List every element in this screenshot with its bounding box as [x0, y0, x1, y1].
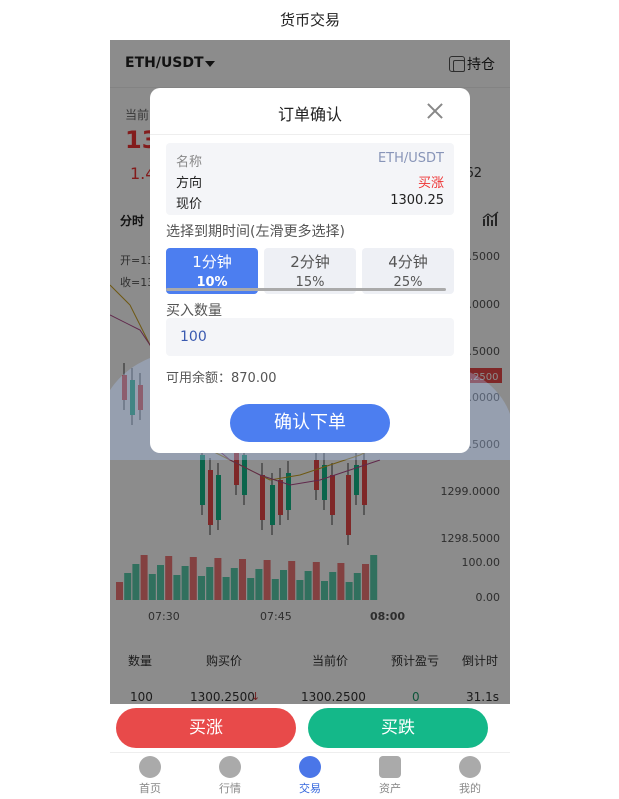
info-key: 方向 [176, 176, 203, 191]
exchange-icon [299, 756, 321, 778]
buy-up-button[interactable]: 买涨 [116, 708, 296, 748]
trend-icon [219, 756, 241, 778]
trade-buttons: 买涨 买跌 [110, 704, 510, 752]
option-time: 4分钟 [388, 253, 428, 271]
buy-down-button[interactable]: 买跌 [308, 708, 488, 748]
tab-home[interactable]: 首页 [110, 753, 190, 799]
bottom-tabbar: 首页 行情 交易 资产 我的 [110, 752, 510, 799]
tab-market[interactable]: 行情 [190, 753, 270, 799]
qty-label: 买入数量 [166, 303, 222, 319]
order-info: 名称 ETH/USDT 方向 买涨 现价 1300.25 [166, 143, 454, 215]
info-value: ETH/USDT [377, 151, 444, 166]
confirm-order-button[interactable]: 确认下单 [230, 404, 390, 442]
option-time: 1分钟 [192, 253, 232, 271]
expire-label: 选择到期时间(左滑更多选择) [166, 224, 345, 240]
tab-label: 行情 [219, 782, 241, 795]
options-scrollbar[interactable] [166, 288, 446, 291]
right-margin [510, 0, 619, 799]
tab-label: 交易 [299, 782, 321, 795]
close-icon[interactable] [426, 102, 444, 120]
option-time: 2分钟 [290, 253, 330, 271]
info-value: 买涨 [417, 176, 444, 191]
qty-input[interactable] [166, 318, 454, 356]
tab-trade[interactable]: 交易 [270, 753, 350, 799]
info-key: 现价 [176, 197, 203, 212]
tab-label: 首页 [139, 782, 161, 795]
tab-label: 我的 [459, 782, 481, 795]
left-margin [0, 0, 110, 799]
user-icon [459, 756, 481, 778]
divider [150, 134, 470, 135]
order-confirm-dialog: 订单确认 名称 ETH/USDT 方向 买涨 现价 1300.25 选择到期时间… [150, 88, 470, 453]
balance-text: 可用余额：870.00 [166, 371, 277, 386]
dialog-title: 订单确认 [277, 105, 342, 124]
info-key: 名称 [176, 155, 203, 170]
info-value: 1300.25 [390, 193, 444, 208]
tab-label: 资产 [379, 782, 401, 795]
page-title: 货币交易 [110, 0, 510, 40]
tab-assets[interactable]: 资产 [350, 753, 430, 799]
app-screen: 货币交易 ETH/USDT 持仓 当前 13 1.4 62 分时 开=13 收=… [110, 0, 510, 799]
home-icon [139, 756, 161, 778]
wallet-icon [379, 756, 401, 778]
tab-profile[interactable]: 我的 [430, 753, 510, 799]
